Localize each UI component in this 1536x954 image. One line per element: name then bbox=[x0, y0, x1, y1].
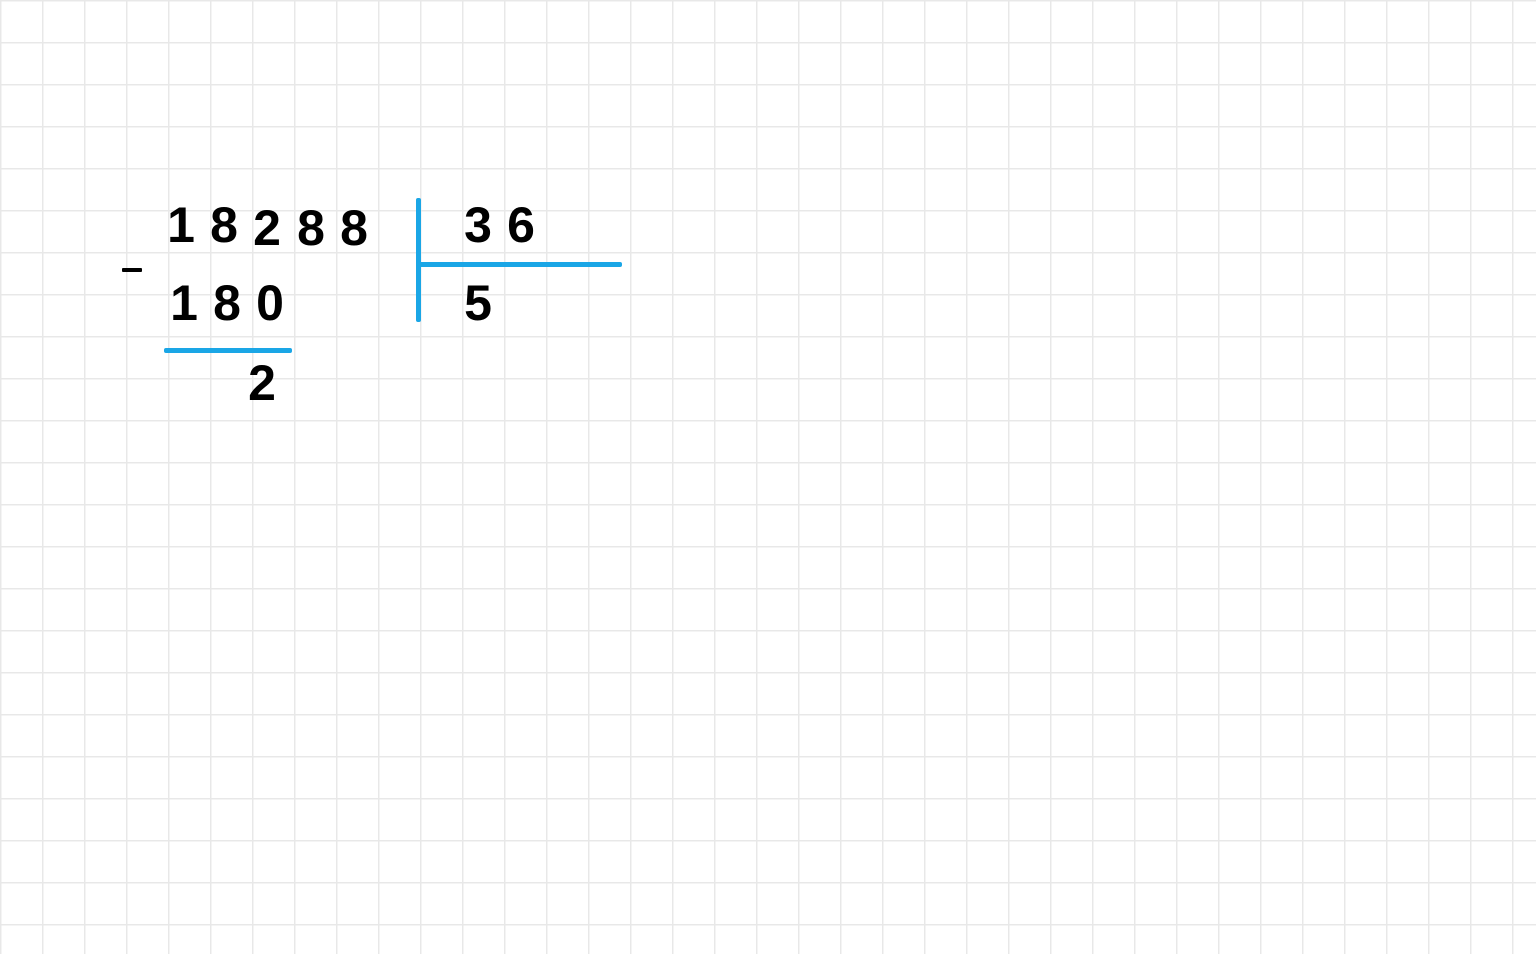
subtrahend-digit-3: 0 bbox=[249, 278, 291, 328]
dividend-digit-4: 8 bbox=[290, 203, 332, 253]
dividend-digit-3: 2 bbox=[246, 203, 288, 253]
divisor-digit-1: 3 bbox=[457, 200, 499, 250]
quotient-digit-1: 5 bbox=[457, 278, 499, 328]
minus-sign bbox=[122, 268, 142, 272]
dividend-digit-2: 8 bbox=[203, 200, 245, 250]
division-vertical-bar bbox=[416, 198, 421, 322]
long-division-work: 1 8 2 8 8 1 8 0 2 3 6 5 bbox=[0, 0, 1536, 954]
dividend-digit-5: 8 bbox=[333, 203, 375, 253]
subtrahend-digit-1: 1 bbox=[163, 278, 205, 328]
dividend-digit-1: 1 bbox=[160, 200, 202, 250]
subtrahend-digit-2: 8 bbox=[206, 278, 248, 328]
division-horizontal-bar bbox=[416, 262, 622, 267]
divisor-digit-2: 6 bbox=[500, 200, 542, 250]
remainder-digit-1: 2 bbox=[241, 358, 283, 408]
subtraction-rule bbox=[164, 348, 292, 353]
